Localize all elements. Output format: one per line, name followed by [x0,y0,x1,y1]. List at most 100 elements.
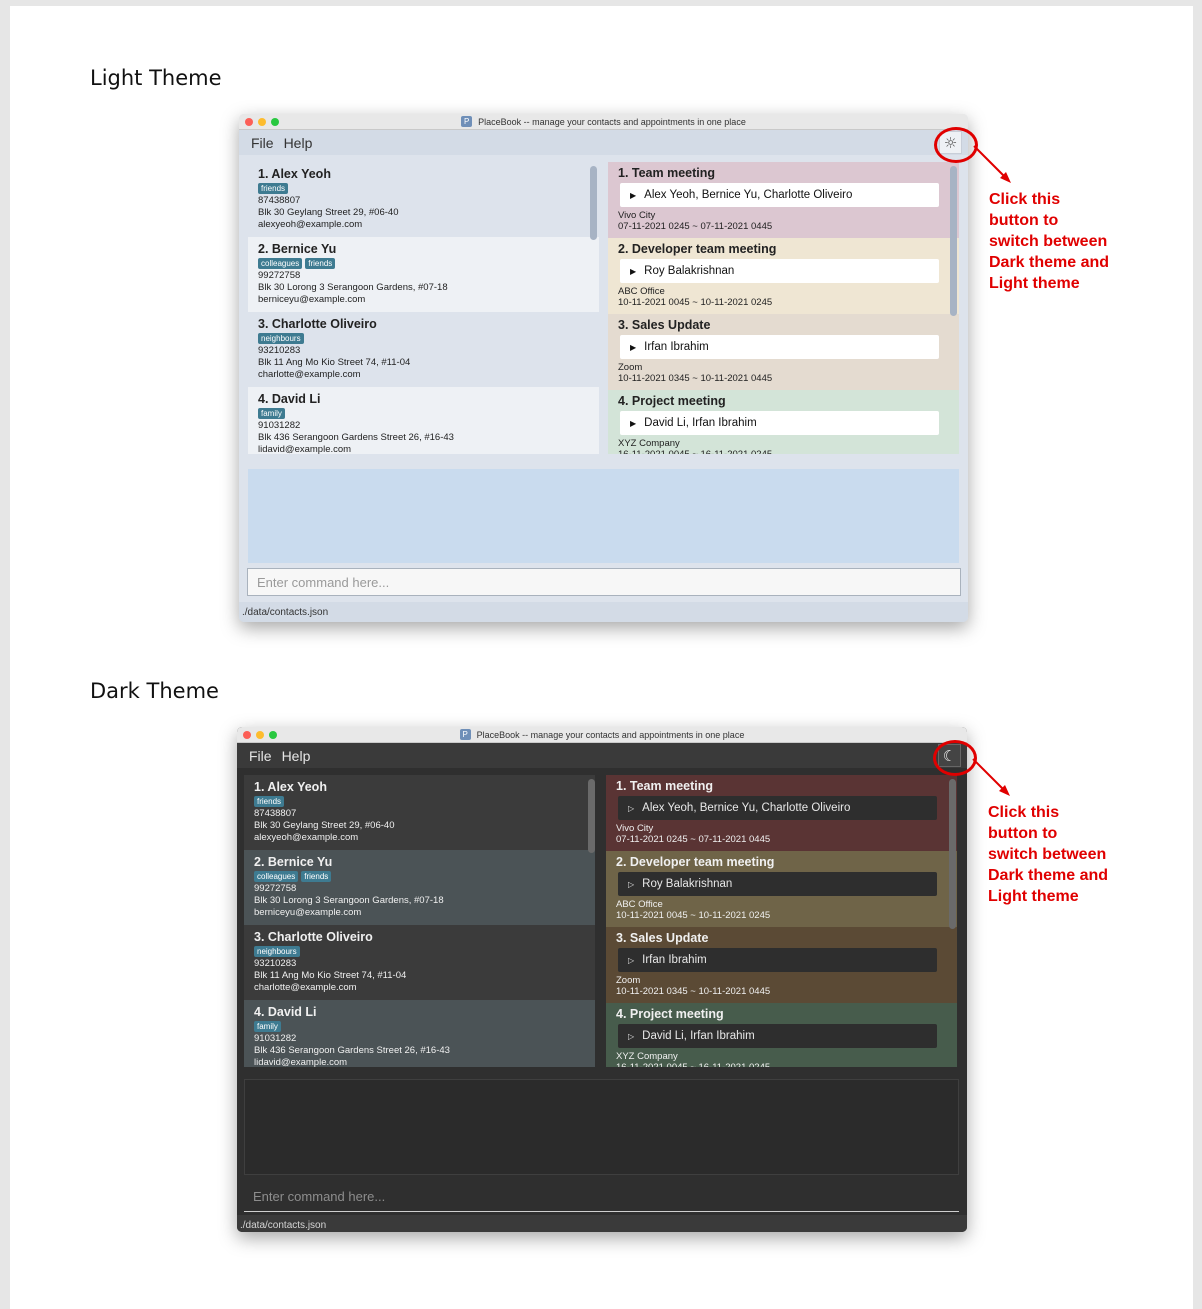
menu-file[interactable]: File [249,748,272,764]
result-display [244,1079,959,1175]
attendee-names: David Li, Irfan Ibrahim [642,1030,755,1042]
appointment-card[interactable]: 2. Developer team meeting ▶ Roy Balakrishn… [608,238,959,314]
menu-file[interactable]: File [251,135,274,151]
attendee-names: Irfan Ibrahim [644,341,709,353]
person-list-scrollbar[interactable] [588,779,595,853]
appointment-title: 4. Project meeting [618,394,726,408]
person-email: lidavid@example.com [254,1057,348,1067]
person-phone: 87438807 [254,808,297,819]
appointment-location: Zoom [618,362,643,373]
light-theme-window: P PlaceBook -- manage your contacts and … [239,114,968,622]
appointment-time: 16-11-2021 0045 ~ 16-11-2021 0245 [616,1062,947,1067]
appointment-card[interactable]: 3. Sales Update ▷ Irfan Ibrahim Zoom 10-11-2… [606,927,957,1003]
person-card[interactable]: 3. Charlotte Oliveiro neighbours 93210283 B… [248,312,599,387]
close-dot[interactable] [243,731,251,739]
person-card[interactable]: 1. Alex Yeoh friends 87438807 Blk 30 Geylan… [244,775,595,850]
appointment-time: 10-11-2021 0345 ~ 10-11-2021 0445 [616,986,771,997]
person-address: Blk 11 Ang Mo Kio Street 74, #11-04 [254,970,407,981]
window-titlebar: P PlaceBook -- manage your contacts and … [239,114,968,130]
minimize-dot[interactable] [258,118,266,126]
callout-line: Click this [988,804,1060,821]
command-input[interactable]: Enter command here... [244,1182,959,1212]
person-email: alexyeoh@example.com [258,219,363,230]
dark-theme-heading: Dark Theme [90,679,219,703]
zoom-dot[interactable] [269,731,277,739]
person-name: 3. Charlotte Oliveiro [258,317,377,331]
expand-triangle-icon[interactable]: ▷ [628,1032,634,1041]
tag-badge: family [258,408,285,419]
zoom-dot[interactable] [271,118,279,126]
appointment-title: 4. Project meeting [616,1007,724,1021]
appointment-list-scrollbar[interactable] [949,779,956,929]
appointment-attendees[interactable]: ▷ Irfan Ibrahim [618,948,937,972]
close-dot[interactable] [245,118,253,126]
appointment-attendees[interactable]: ▷ Alex Yeoh, Bernice Yu, Charlotte Olivei… [618,796,937,820]
callout-line: switch between [988,846,1107,863]
appointment-card[interactable]: 1. Team meeting ▶ Alex Yeoh, Bernice Yu, C… [608,162,959,238]
appointment-card[interactable]: 4. Project meeting ▷ David Li, Irfan Ibrah… [606,1003,957,1067]
appointment-attendees[interactable]: ▷ Roy Balakrishnan [618,872,937,896]
menu-help[interactable]: Help [284,135,313,151]
person-name: 4. David Li [258,392,321,406]
expand-triangle-icon[interactable]: ▶ [630,343,636,352]
person-card[interactable]: 4. David Li family 91031282 Blk 436 Serango… [248,387,599,454]
person-name: 1. Alex Yeoh [254,780,327,794]
appointment-list: 1. Team meeting ▷ Alex Yeoh, Bernice Yu, C… [606,775,957,1067]
appointment-location: XYZ Company [616,1051,678,1062]
appointment-attendees[interactable]: ▶ Alex Yeoh, Bernice Yu, Charlotte Olivei… [620,183,939,207]
person-email: charlotte@example.com [258,369,361,380]
appointment-list-scrollbar[interactable] [950,166,957,316]
expand-triangle-icon[interactable]: ▶ [630,267,636,276]
window-title: PlaceBook -- manage your contacts and ap… [476,729,745,740]
person-card[interactable]: 1. Alex Yeoh friends 87438807 Blk 30 Geylan… [248,162,599,237]
expand-triangle-icon[interactable]: ▷ [628,880,634,889]
attendee-names: Alex Yeoh, Bernice Yu, Charlotte Oliveir… [644,189,853,201]
appointment-location: Zoom [616,975,641,986]
person-name: 3. Charlotte Oliveiro [254,930,373,944]
appointment-title: 1. Team meeting [616,779,714,793]
callout-line: Dark theme and [988,867,1109,884]
person-card[interactable]: 4. David Li family 91031282 Blk 436 Serango… [244,1000,595,1067]
person-address: Blk 436 Serangoon Gardens Street 26, #16… [254,1045,450,1056]
menu-help[interactable]: Help [282,748,311,764]
appointment-card[interactable]: 1. Team meeting ▷ Alex Yeoh, Bernice Yu, C… [606,775,957,851]
appointment-title: 2. Developer team meeting [616,855,775,869]
person-phone: 93210283 [254,958,297,969]
person-list-scrollbar[interactable] [590,166,597,240]
appointment-attendees[interactable]: ▶ Roy Balakrishnan [620,259,939,283]
arrow-icon [973,145,1011,183]
appointment-attendees[interactable]: ▶ David Li, Irfan Ibrahim [620,411,939,435]
appointment-location: Vivo City [616,823,654,834]
minimize-dot[interactable] [256,731,264,739]
appointment-title: 1. Team meeting [618,166,716,180]
person-email: berniceyu@example.com [254,907,362,918]
tag-badge: colleagues [258,258,303,269]
app-icon: P [461,116,473,127]
appointment-attendees[interactable]: ▶ Irfan Ibrahim [620,335,939,359]
menu-bar: File Help [237,743,967,768]
tag-list: family [258,408,589,419]
tag-badge: family [254,1021,281,1032]
tag-list: colleagues friends [254,871,585,882]
appointment-card[interactable]: 4. Project meeting ▶ David Li, Irfan Ibrah… [608,390,959,454]
person-phone: 99272758 [254,883,297,894]
appointment-time: 07-11-2021 0245 ~ 07-11-2021 0445 [618,221,773,232]
expand-triangle-icon[interactable]: ▶ [630,419,636,428]
appointment-card[interactable]: 3. Sales Update ▶ Irfan Ibrahim Zoom 10-11-2… [608,314,959,390]
person-phone: 93210283 [258,345,301,356]
person-list: 1. Alex Yeoh friends 87438807 Blk 30 Geylan… [244,775,595,1067]
appointment-title: 3. Sales Update [618,318,711,332]
expand-triangle-icon[interactable]: ▷ [628,956,634,965]
appointment-card[interactable]: 2. Developer team meeting ▷ Roy Balakrishn… [606,851,957,927]
window-titlebar: P PlaceBook -- manage your contacts and … [237,727,967,743]
expand-triangle-icon[interactable]: ▶ [630,191,636,200]
person-address: Blk 30 Lorong 3 Serangoon Gardens, #07-1… [254,895,444,906]
appointment-time: 10-11-2021 0045 ~ 10-11-2021 0245 [618,297,773,308]
command-input[interactable]: Enter command here... [247,568,961,596]
expand-triangle-icon[interactable]: ▷ [628,804,634,813]
person-card[interactable]: 3. Charlotte Oliveiro neighbours 93210283 B… [244,925,595,1000]
appointment-attendees[interactable]: ▷ David Li, Irfan Ibrahim [618,1024,937,1048]
appointment-title: 2. Developer team meeting [618,242,777,256]
person-card[interactable]: 2. Bernice Yu colleagues friends 99272758 Bl… [244,850,595,925]
person-card[interactable]: 2. Bernice Yu colleagues friends 99272758 Bl… [248,237,599,312]
